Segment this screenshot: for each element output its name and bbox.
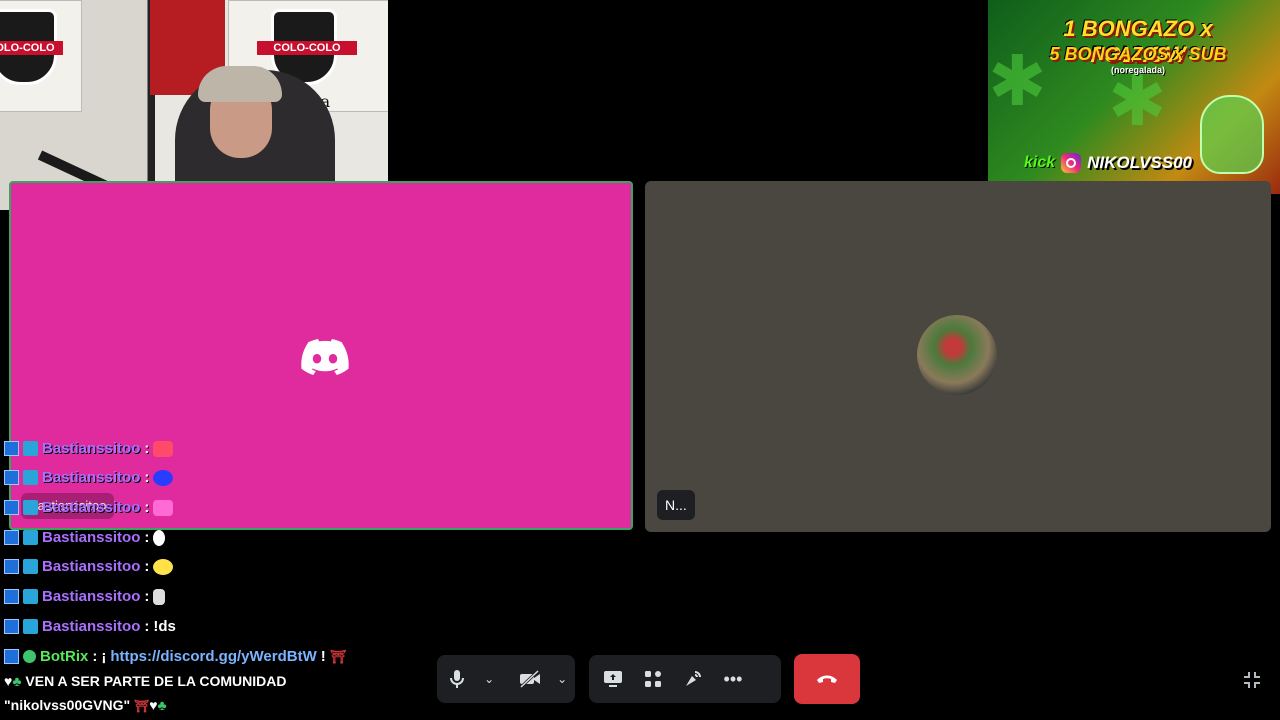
chat-text: ¡	[101, 648, 107, 665]
badge-icon	[4, 470, 19, 485]
torii-icon: ⛩	[134, 699, 150, 713]
video-tile-right[interactable]: N...	[645, 181, 1271, 532]
badge-icon	[4, 530, 19, 545]
badge-icon	[23, 589, 38, 604]
chat-text: "nikolvss00GVNG"	[4, 697, 131, 713]
activity-controls: •••	[589, 655, 781, 703]
screen-share-icon[interactable]	[593, 655, 633, 703]
chat-message: Bastianssitoo :	[4, 469, 174, 486]
emote-icon	[153, 469, 174, 486]
instagram-icon	[1061, 153, 1082, 173]
chevron-down-icon[interactable]: ⌄	[476, 655, 502, 703]
chat-message: Bastianssitoo :	[4, 588, 166, 605]
torii-icon: ⛩	[329, 648, 347, 664]
badge-icon	[4, 500, 19, 515]
chat-text: !ds	[153, 618, 176, 635]
discord-invite-link[interactable]: https://discord.gg/yWerdBtW	[110, 648, 316, 665]
promo-line-2: 5 BONGAZOS x SUB	[1049, 44, 1227, 64]
chat-username: BotRix	[40, 648, 89, 665]
emote-icon	[153, 558, 174, 575]
streamer-cap	[198, 66, 282, 102]
chat-message-bot-line2: ♥♣ VEN A SER PARTE DE LA COMUNIDAD	[4, 673, 286, 689]
emote-icon	[153, 499, 174, 516]
activities-icon[interactable]	[633, 655, 673, 703]
chat-username: Bastianssitoo	[42, 529, 141, 546]
promo-banner: ✱ ✱ 1 BONGAZO x FOLLOW 5 BONGAZOS x SUB …	[988, 0, 1280, 194]
badge-icon	[4, 589, 19, 604]
flag-left-text: COLO-COLO	[0, 41, 63, 55]
camera-off-icon[interactable]	[510, 655, 549, 703]
kick-label: kick	[1024, 154, 1056, 171]
right-tile-name: N...	[657, 490, 695, 520]
participant-avatar	[917, 315, 997, 395]
more-icon[interactable]: •••	[713, 655, 753, 703]
flag-left: COLO-COLO	[0, 0, 82, 112]
chat-message: Bastianssitoo :	[4, 558, 174, 575]
badge-icon	[4, 441, 19, 456]
badge-icon	[4, 649, 19, 664]
chat-username: Bastianssitoo	[42, 558, 141, 575]
flag-right-text: COLO-COLO	[257, 41, 357, 55]
emote-icon	[153, 529, 166, 546]
chat-message: Bastianssitoo : !ds	[4, 618, 176, 635]
emote-icon	[153, 588, 166, 605]
badge-icon	[23, 619, 38, 634]
chat-message-bot-line3: "nikolvss00GVNG" ⛩♥♣	[4, 697, 167, 713]
bong-illustration	[1200, 95, 1264, 174]
mic-camera-controls: ⌄ ⌄	[437, 655, 575, 703]
verified-icon	[23, 650, 36, 663]
badge-icon	[23, 441, 38, 456]
badge-icon	[23, 470, 38, 485]
emote-icon	[153, 440, 174, 457]
chat-overlay: Bastianssitoo : Bastianssitoo : Bastians…	[4, 438, 424, 720]
chevron-down-icon[interactable]: ⌄	[549, 655, 575, 703]
promo-social: kick NIKOLVSS00	[1024, 152, 1192, 174]
soundboard-icon[interactable]	[673, 655, 713, 703]
chat-message: Bastianssitoo :	[4, 529, 166, 546]
promo-line-3: (noregalada)	[1110, 65, 1165, 75]
chat-username: Bastianssitoo	[42, 499, 141, 516]
chat-username: Bastianssitoo	[42, 618, 141, 635]
badge-icon	[4, 619, 19, 634]
chat-text: VEN A SER PARTE DE LA COMUNIDAD	[25, 673, 287, 689]
badge-icon	[23, 530, 38, 545]
clover-icon: ♣	[157, 697, 167, 713]
badge-icon	[4, 559, 19, 574]
chat-message: Bastianssitoo :	[4, 499, 174, 516]
badge-icon	[23, 559, 38, 574]
exit-fullscreen-icon[interactable]	[1240, 668, 1264, 692]
chat-message: Bastianssitoo :	[4, 440, 174, 457]
discord-icon	[301, 339, 349, 375]
heart-icon: ♥	[149, 697, 158, 713]
webcam-overlay: COLO-COLO COLO-COLO a Brava	[0, 0, 388, 210]
promo-handle: NIKOLVSS00	[1087, 153, 1193, 172]
chat-username: Bastianssitoo	[42, 588, 141, 605]
phone-hangup-icon	[817, 675, 837, 683]
clover-icon: ♣	[12, 673, 22, 689]
end-call-button[interactable]	[794, 654, 860, 704]
chat-username: Bastianssitoo	[42, 440, 141, 457]
chat-username: Bastianssitoo	[42, 469, 141, 486]
microphone-icon[interactable]	[437, 655, 476, 703]
chat-message-bot: BotRix : ¡ https://discord.gg/yWerdBtW !…	[4, 648, 346, 665]
chat-text: !	[320, 648, 326, 665]
badge-icon	[23, 500, 38, 515]
